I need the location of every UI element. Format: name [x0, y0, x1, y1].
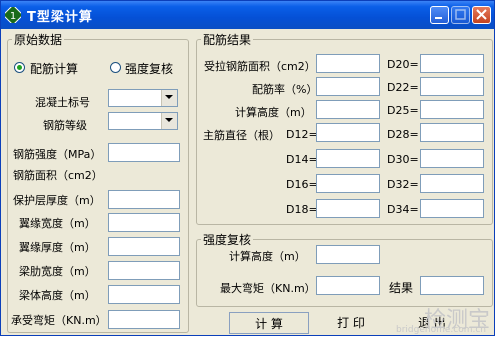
- source-data-legend: 原始数据: [14, 33, 63, 47]
- d12-output: [316, 123, 380, 142]
- title-bar[interactable]: 1 T型梁计算: [1, 1, 494, 29]
- steel-grade-label: 钢筋等级: [43, 119, 87, 132]
- svg-text:1: 1: [10, 11, 16, 22]
- d32-output: [420, 174, 484, 193]
- strength-check-legend: 强度复核: [203, 233, 252, 247]
- d20-label: D20=: [387, 58, 419, 71]
- flange-thickness-label: 翼缘厚度（m）: [19, 241, 96, 254]
- beam-height-input[interactable]: [108, 285, 180, 304]
- d22-output: [420, 77, 484, 96]
- steel-grade-select[interactable]: [108, 112, 178, 130]
- steel-strength-input[interactable]: [108, 143, 180, 162]
- moment-label: 承受弯矩（KN.m）: [11, 314, 107, 327]
- app-icon: 1: [5, 7, 21, 23]
- check-height-label: 计算高度（m）: [229, 250, 306, 263]
- max-moment-output: [316, 276, 380, 295]
- close-button[interactable]: [472, 6, 491, 24]
- flange-thickness-input[interactable]: [108, 237, 180, 256]
- rib-width-label: 梁肋宽度（m）: [19, 265, 96, 278]
- main-window: 1 T型梁计算 原始数据 配筋计算 强度复核 混凝土标号 钢筋等级 钢筋强度（M…: [0, 0, 495, 336]
- flange-width-label: 翼缘宽度（m）: [19, 217, 96, 230]
- d18-label: D18=: [286, 203, 318, 216]
- d25-label: D25=: [387, 104, 419, 117]
- check-height-output: [316, 245, 380, 264]
- tension-area-label: 受拉钢筋面积（cm2）: [204, 60, 316, 73]
- flange-width-input[interactable]: [108, 213, 180, 232]
- radio-selected-dot: [17, 65, 22, 70]
- radio-check[interactable]: [110, 62, 121, 73]
- d16-label: D16=: [286, 178, 318, 191]
- cover-input[interactable]: [108, 190, 180, 209]
- max-moment-label: 最大弯矩（KN.m）: [220, 282, 316, 295]
- watermark-url: bridgehome.com.cn: [396, 325, 486, 335]
- d16-output: [316, 174, 380, 193]
- d30-output: [420, 149, 484, 168]
- d18-output: [316, 199, 380, 218]
- ratio-label: 配筋率（%）: [252, 83, 318, 96]
- calc-button[interactable]: 计 算: [229, 312, 309, 334]
- concrete-grade-select[interactable]: [108, 89, 178, 107]
- concrete-grade-label: 混凝土标号: [35, 96, 90, 109]
- d34-output: [420, 199, 484, 218]
- steel-area-label: 钢筋面积（cm2）: [13, 169, 103, 182]
- beam-height-label: 梁体高度（m）: [19, 289, 96, 302]
- minimize-button[interactable]: [430, 6, 449, 24]
- chevron-down-icon[interactable]: [161, 90, 177, 106]
- d12-label: D12=: [286, 128, 318, 141]
- d14-label: D14=: [286, 153, 318, 166]
- calc-height-label: 计算高度（m）: [235, 106, 312, 119]
- diameter-label: 主筋直径（根）: [203, 129, 280, 142]
- d25-output: [420, 100, 484, 119]
- radio-check-label: 强度复核: [125, 62, 174, 76]
- radio-calc[interactable]: [14, 62, 25, 73]
- chevron-down-icon[interactable]: [161, 113, 177, 129]
- d20-output: [420, 54, 484, 73]
- calc-height-output: [316, 100, 380, 119]
- steel-strength-label: 钢筋强度（MPa）: [13, 148, 102, 161]
- check-result-output: [420, 276, 484, 295]
- d14-output: [316, 149, 380, 168]
- d28-label: D28=: [387, 128, 419, 141]
- d28-output: [420, 123, 484, 142]
- window-title: T型梁计算: [27, 10, 93, 25]
- print-button[interactable]: 打 印: [311, 312, 391, 334]
- ratio-output: [316, 77, 380, 96]
- moment-input[interactable]: [108, 310, 180, 329]
- d34-label: D34=: [387, 203, 419, 216]
- d30-label: D30=: [387, 153, 419, 166]
- check-result-label: 结果: [389, 281, 414, 295]
- cover-label: 保护层厚度（m）: [13, 194, 101, 207]
- result-legend: 配筋结果: [203, 33, 252, 47]
- radio-calc-label: 配筋计算: [30, 62, 79, 76]
- maximize-button[interactable]: [451, 6, 470, 24]
- d32-label: D32=: [387, 178, 419, 191]
- rib-width-input[interactable]: [108, 261, 180, 280]
- tension-area-output: [316, 54, 380, 73]
- d22-label: D22=: [387, 81, 419, 94]
